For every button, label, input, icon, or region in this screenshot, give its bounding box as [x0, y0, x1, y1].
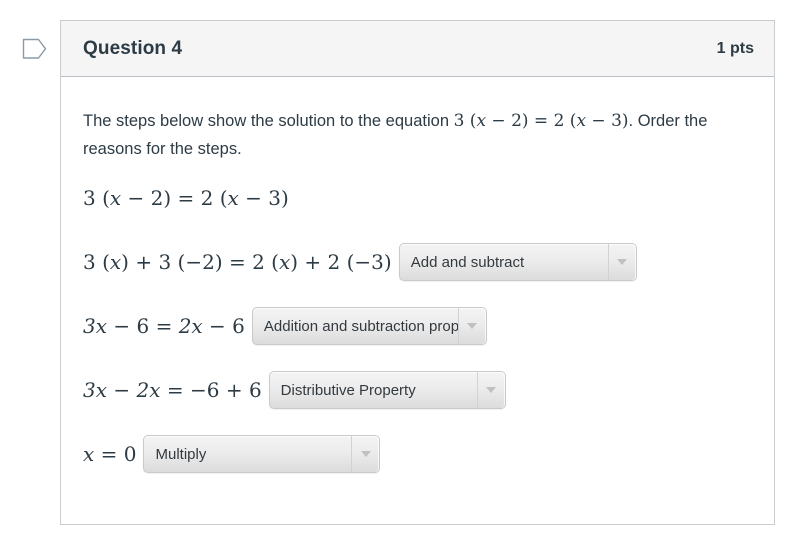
question-header: Question 4 1 pts: [61, 21, 774, 77]
question-body: The steps below show the solution to the…: [61, 77, 774, 473]
reason-select-4[interactable]: Distributive Property: [268, 371, 506, 409]
reason-select-2[interactable]: Add and subtract: [398, 243, 637, 281]
reason-select-3[interactable]: Addition and subtraction prop: [251, 307, 487, 345]
prompt-equation: 3 (x − 2) = 2 (x − 3): [453, 111, 629, 131]
step-expression: x = 0: [83, 442, 137, 466]
reason-select-5[interactable]: Multiply: [143, 435, 381, 473]
question-screen: Question 4 1 pts The steps below show th…: [0, 0, 800, 554]
chevron-down-icon[interactable]: [476, 372, 505, 408]
question-points: 1 pts: [716, 39, 754, 57]
step-expression: 3x − 2x = −6 + 6: [83, 378, 262, 402]
reason-select-3-value: Addition and subtraction prop: [263, 317, 460, 335]
step-row: 3 (x − 2) = 2 (x − 3): [83, 179, 752, 217]
step-row: 3 (x) + 3 (−2) = 2 (x) + 2 (−3) Add and …: [83, 243, 752, 281]
step-row: 3x − 6 = 2x − 6 Addition and subtraction…: [83, 307, 752, 345]
chevron-down-icon[interactable]: [457, 308, 486, 344]
chevron-down-glyph: [467, 323, 478, 329]
step-expression: 3x − 6 = 2x − 6: [83, 314, 245, 338]
flag-outline-icon[interactable]: [22, 37, 48, 61]
chevron-down-glyph: [360, 451, 371, 457]
prompt-text-before: The steps below show the solution to the…: [83, 112, 454, 130]
reason-select-2-value: Add and subtract: [410, 253, 525, 271]
page-title: Question 4: [83, 37, 183, 59]
question-prompt: The steps below show the solution to the…: [83, 107, 733, 163]
reason-select-4-value: Distributive Property: [280, 381, 416, 399]
reason-select-5-value: Multiply: [155, 445, 207, 463]
step-row: 3x − 2x = −6 + 6 Distributive Property: [83, 371, 752, 409]
step-expression: 3 (x − 2) = 2 (x − 3): [83, 186, 289, 210]
chevron-down-glyph: [486, 387, 497, 393]
chevron-down-glyph: [617, 259, 628, 265]
chevron-down-icon[interactable]: [607, 244, 636, 280]
step-expression: 3 (x) + 3 (−2) = 2 (x) + 2 (−3): [83, 250, 392, 274]
solution-steps: 3 (x − 2) = 2 (x − 3) 3 (x) + 3 (−2) = 2…: [83, 179, 752, 473]
chevron-down-icon[interactable]: [351, 436, 379, 472]
step-row: x = 0 Multiply: [83, 435, 752, 473]
question-card: Question 4 1 pts The steps below show th…: [60, 20, 775, 525]
